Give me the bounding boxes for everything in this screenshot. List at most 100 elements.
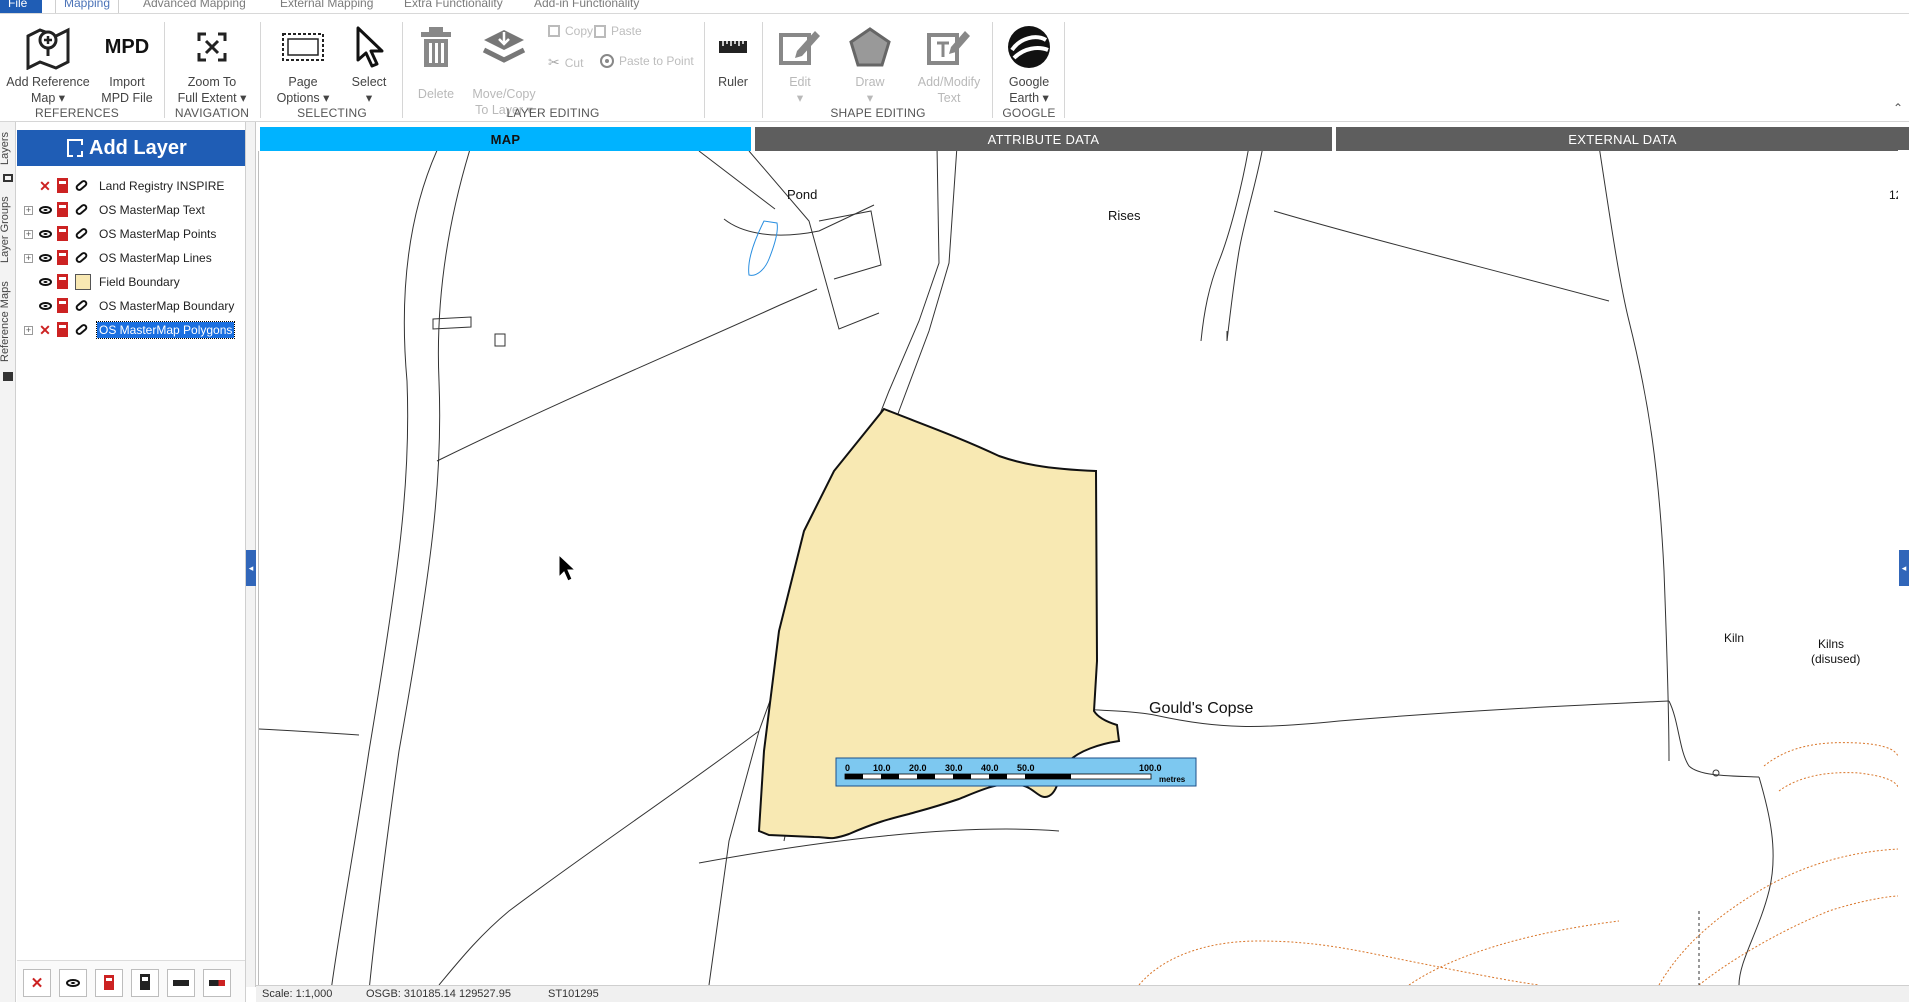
expand-toggle-icon[interactable]: + <box>24 325 33 335</box>
field-boundary <box>698 828 1060 864</box>
layer-row[interactable]: + OS MasterMap Text <box>17 198 245 222</box>
field-boundary <box>1226 151 1263 342</box>
eye-icon[interactable] <box>37 226 53 242</box>
link-icon[interactable] <box>74 226 91 242</box>
page-options-button[interactable]: Page Options ▾ <box>274 20 332 106</box>
paste-to-point-label: Paste to Point <box>619 54 694 68</box>
tab-extra-functionality[interactable]: Extra Functionality <box>396 0 511 13</box>
status-bar: Scale: 1:1,000 OSGB: 310185.14 129527.95… <box>256 985 1909 1002</box>
map-canvas[interactable]: Pond Rises Kiln Kilns (disused) Gould's … <box>258 151 1898 985</box>
expand-toggle-icon[interactable]: + <box>24 253 33 263</box>
collapse-panel-handle[interactable]: ◂ <box>246 550 256 586</box>
tab-external-data[interactable]: EXTERNAL DATA <box>1334 127 1909 151</box>
copy-button[interactable]: Copy <box>548 24 593 38</box>
collapse-ribbon-button[interactable]: ⌃ <box>1893 101 1903 115</box>
add-modify-text-label-1: Add/Modify <box>917 75 981 89</box>
import-mpd-label-2: MPD File <box>101 91 153 105</box>
draw-button[interactable]: Draw ▾ <box>838 20 902 106</box>
layer-row[interactable]: Field Boundary <box>17 270 245 294</box>
lock-icon <box>140 981 150 990</box>
import-mpd-button[interactable]: MPD Import MPD File <box>98 20 156 106</box>
group-label-shape-editing: SHAPE EDITING <box>830 106 926 120</box>
scale-tick-100: 100.0 <box>1139 763 1162 773</box>
side-tab-layer-groups[interactable]: Layer Groups <box>0 192 17 268</box>
field-boundary <box>1273 210 1610 302</box>
label-edge-number: 12 <box>1889 188 1898 202</box>
link-icon[interactable] <box>74 298 91 314</box>
lock-icon[interactable] <box>57 250 71 266</box>
measure-icon <box>209 980 225 986</box>
layer-name: OS MasterMap Boundary <box>99 299 235 313</box>
tab-external-mapping[interactable]: External Mapping <box>272 0 381 13</box>
move-copy-to-layer-button[interactable]: Move/Copy To Layer ▾ <box>466 20 542 118</box>
tab-mapping[interactable]: Mapping <box>55 0 120 13</box>
side-tab-reference-maps[interactable]: Reference Maps <box>0 274 17 370</box>
paste-to-point-button[interactable]: Paste to Point <box>600 54 694 68</box>
side-tab-layers[interactable]: Layers <box>0 128 17 168</box>
layer-style-swatch[interactable] <box>75 274 91 290</box>
hidden-eye-icon[interactable]: ✕ <box>37 322 53 338</box>
eye-icon[interactable] <box>37 298 53 314</box>
eye-icon[interactable] <box>37 202 53 218</box>
add-modify-text-button[interactable]: Add/Modify Text <box>912 20 986 106</box>
ruler-icon <box>173 980 189 986</box>
status-scale: Scale: 1:1,000 <box>262 988 333 1000</box>
layer-row[interactable]: + OS MasterMap Points <box>17 222 245 246</box>
lock-icon[interactable] <box>57 274 71 290</box>
tab-attribute-data[interactable]: ATTRIBUTE DATA <box>753 127 1332 151</box>
right-splitter[interactable]: ◂ <box>1898 150 1909 985</box>
lock-icon[interactable] <box>57 298 71 314</box>
hidden-eye-icon[interactable]: ✕ <box>37 178 53 194</box>
group-references: Add Reference Map ▾ MPD Import MPD File … <box>0 14 154 122</box>
tab-file[interactable]: File <box>0 0 42 13</box>
link-icon[interactable] <box>74 322 91 338</box>
group-separator <box>164 22 165 118</box>
paste-button[interactable]: Paste <box>594 24 642 38</box>
tab-advanced-mapping[interactable]: Advanced Mapping <box>135 0 254 13</box>
expand-toggle-icon[interactable]: + <box>24 229 33 239</box>
eye-icon[interactable] <box>37 250 53 266</box>
panel-splitter[interactable]: ◂ <box>246 122 256 987</box>
layer-name: OS MasterMap Lines <box>99 251 212 265</box>
layer-name: OS MasterMap Polygons <box>95 321 236 339</box>
mpd-icon: MPD <box>104 36 150 58</box>
zoom-extent-icon <box>170 20 254 74</box>
delete-label: Delete <box>417 87 455 101</box>
layer-row[interactable]: + ✕ OS MasterMap Polygons <box>17 318 245 342</box>
expand-right-panel-handle[interactable]: ◂ <box>1899 550 1909 586</box>
lock-icon[interactable] <box>57 202 71 218</box>
google-earth-button[interactable]: Google Earth ▾ <box>998 20 1060 106</box>
zoom-full-extent-button[interactable]: Zoom To Full Extent ▾ <box>170 20 254 106</box>
expand-toggle-icon[interactable]: + <box>24 205 33 215</box>
move-copy-label-1: Move/Copy <box>472 87 536 101</box>
link-icon[interactable] <box>74 202 91 218</box>
unlock-all-button[interactable] <box>131 969 159 997</box>
link-icon[interactable] <box>74 250 91 266</box>
delete-button[interactable]: Delete <box>410 20 462 102</box>
toggle-visibility-on-button[interactable] <box>59 969 87 997</box>
field-boundary <box>818 210 882 280</box>
add-reference-map-button[interactable]: Add Reference Map ▾ <box>4 20 92 106</box>
cut-button[interactable]: ✂ Cut <box>548 54 583 71</box>
tab-map[interactable]: MAP <box>258 127 751 151</box>
measure-tool-button[interactable] <box>203 969 231 997</box>
tab-add-in-functionality[interactable]: Add-in Functionality <box>526 0 647 13</box>
scale-unit: metres <box>1159 775 1186 784</box>
select-button[interactable]: Select ▾ <box>344 20 394 106</box>
edit-button[interactable]: Edit ▾ <box>768 20 832 106</box>
eye-icon[interactable] <box>37 274 53 290</box>
lock-icon[interactable] <box>57 178 71 194</box>
ruler-tool-button[interactable] <box>167 969 195 997</box>
lock-icon[interactable] <box>57 322 71 338</box>
link-icon[interactable] <box>74 178 91 194</box>
layer-row[interactable]: OS MasterMap Boundary <box>17 294 245 318</box>
layer-row[interactable]: + OS MasterMap Lines <box>17 246 245 270</box>
lock-icon[interactable] <box>57 226 71 242</box>
lock-all-button[interactable] <box>95 969 123 997</box>
layer-row[interactable]: ✕ Land Registry INSPIRE <box>17 174 245 198</box>
add-layer-button[interactable]: Add Layer <box>17 130 245 166</box>
toggle-visibility-off-button[interactable]: ✕ <box>23 969 51 997</box>
layers-stack-icon <box>466 20 542 74</box>
ruler-label: Ruler <box>718 75 748 89</box>
ruler-button[interactable]: Ruler <box>710 20 756 90</box>
